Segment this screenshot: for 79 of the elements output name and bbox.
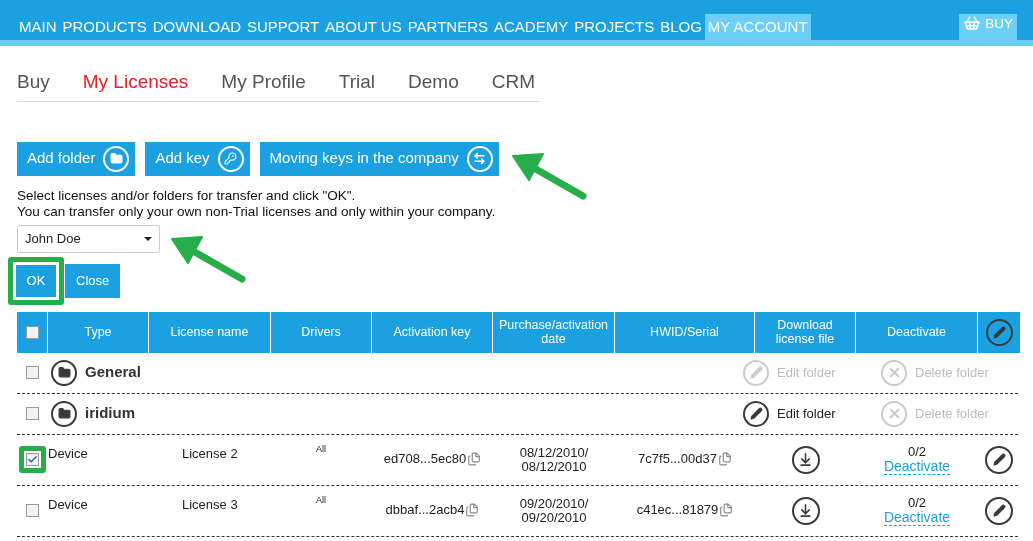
ok-button[interactable]: OK <box>16 264 56 297</box>
download-icon <box>791 445 820 474</box>
checkbox[interactable] <box>26 453 39 466</box>
column-header: Type <box>48 311 149 353</box>
dropdown-icon <box>144 236 152 241</box>
pencil-icon <box>743 359 769 386</box>
pencil-icon <box>985 318 1013 346</box>
copy-icon[interactable] <box>719 502 734 517</box>
copy-icon[interactable] <box>465 502 480 517</box>
folder-icon <box>51 359 77 386</box>
hwid-serial: 7c7f5...00d37 <box>638 449 717 468</box>
pencil-icon <box>985 496 1013 525</box>
column-header: Purchase/activation date <box>493 311 615 353</box>
folder-icon <box>103 145 130 172</box>
activation-count: 0/2 <box>907 495 927 510</box>
copy-icon[interactable] <box>717 451 732 466</box>
close-icon <box>881 359 907 386</box>
tab[interactable]: Trial <box>338 68 376 97</box>
nav-link[interactable]: ACADEMY <box>490 14 572 40</box>
nav-link[interactable]: MY ACCOUNT <box>704 14 811 40</box>
close-button[interactable]: Close <box>65 263 121 298</box>
activation-key: ed708...5ec80 <box>383 448 467 469</box>
date-text: 08/12/2010/ <box>519 445 589 460</box>
type-cell-text: Device <box>48 495 89 514</box>
hwid-serial: c41ec...81879 <box>636 500 719 519</box>
nav-link[interactable]: SUPPORT <box>244 14 323 40</box>
folder-name[interactable]: iridium <box>85 402 135 425</box>
tab[interactable]: Demo <box>408 68 459 97</box>
key-icon <box>217 145 244 172</box>
date-text: 09/20/2010 <box>521 510 587 525</box>
nav-link[interactable]: ABOUT US <box>322 14 405 40</box>
drivers-cell-text: All <box>315 493 327 507</box>
deactivate-link[interactable]: Deactivate <box>883 459 951 475</box>
column-header: Download license file <box>755 311 856 353</box>
action-button[interactable]: Add key <box>145 141 250 176</box>
instruction-text: Select licenses and/or folders for transfer and click "OK". <box>17 187 357 204</box>
download-icon <box>791 496 820 525</box>
folder-name[interactable]: General <box>85 361 141 384</box>
column-header: Deactivate <box>856 311 978 353</box>
date-text: 08/12/2010 <box>521 459 587 474</box>
checkbox[interactable] <box>26 407 39 420</box>
column-header: Drivers <box>271 311 372 353</box>
edit-folder-button[interactable]: Edit folder <box>743 400 856 427</box>
action-button[interactable]: Moving keys in the company <box>259 141 499 176</box>
nav-link[interactable]: PROJECTS <box>571 14 658 40</box>
close-icon <box>881 400 907 427</box>
column-header: HWID/Serial <box>615 311 755 353</box>
checkbox[interactable] <box>25 325 39 339</box>
nav-link[interactable]: BLOG <box>657 14 705 40</box>
tab[interactable]: My Licenses <box>82 68 189 97</box>
nav-link[interactable]: PARTNERS <box>404 14 491 40</box>
pencil-icon <box>743 400 769 427</box>
license-name: License 2 <box>181 444 239 463</box>
deactivate-link[interactable]: Deactivate <box>883 510 951 526</box>
user-select[interactable]: John Doe <box>17 224 160 253</box>
buy-button[interactable]: BUY <box>959 14 1017 40</box>
date-text: 09/20/2010/ <box>519 496 589 511</box>
basket-icon <box>963 14 982 32</box>
type-cell-text: Device <box>48 444 89 463</box>
swap-arrows-icon <box>466 145 493 172</box>
tab[interactable]: My Profile <box>221 68 306 97</box>
action-button[interactable]: Add folder <box>17 141 136 176</box>
license-name: License 3 <box>181 495 239 514</box>
nav-link[interactable]: MAIN <box>16 14 60 40</box>
nav-link[interactable]: PRODUCTS <box>59 14 150 40</box>
nav-link[interactable]: DOWNLOAD <box>149 14 244 40</box>
activation-key: dbbaf...2acb4 <box>385 499 465 520</box>
column-header: License name <box>149 311 271 353</box>
tab[interactable]: CRM <box>491 68 536 97</box>
drivers-cell-text: All <box>315 442 327 456</box>
checkbox[interactable] <box>26 366 39 379</box>
instruction-text: You can transfer only your own non-Trial licenses and only within your company. <box>17 203 497 220</box>
tab[interactable]: Buy <box>17 68 50 97</box>
folder-icon <box>51 400 77 427</box>
column-header: Activation key <box>372 311 493 353</box>
checkbox[interactable] <box>26 504 39 517</box>
pencil-icon <box>985 445 1013 474</box>
copy-icon[interactable] <box>467 451 482 466</box>
activation-count: 0/2 <box>907 444 927 459</box>
